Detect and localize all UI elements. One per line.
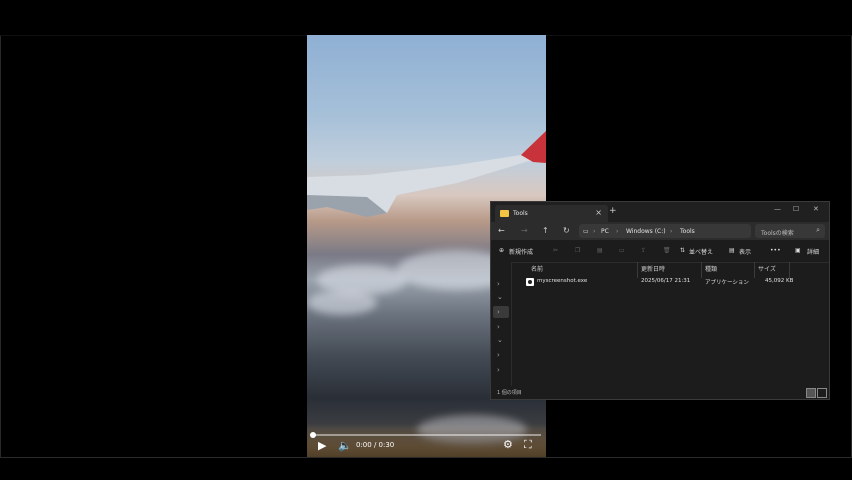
- delete-icon[interactable]: 🗑: [663, 247, 671, 254]
- search-placeholder: Toolsの検索: [761, 230, 794, 237]
- chevron-right-icon: ›: [670, 228, 673, 235]
- chevron-down-icon[interactable]: ⌄: [497, 336, 503, 344]
- column-type[interactable]: 種類: [705, 264, 717, 273]
- maximize-icon[interactable]: ☐: [793, 205, 799, 213]
- close-tab-icon[interactable]: ×: [595, 208, 602, 217]
- breadcrumb-pc[interactable]: PC: [601, 228, 609, 235]
- sort-button[interactable]: 並べ替え: [689, 247, 713, 256]
- view-button[interactable]: 表示: [739, 247, 751, 256]
- new-tab-icon[interactable]: +: [609, 206, 617, 216]
- cut-icon[interactable]: ✂: [553, 247, 558, 254]
- breadcrumb-drive[interactable]: Windows (C:): [626, 228, 666, 235]
- chevron-right-icon[interactable]: ›: [497, 308, 500, 316]
- copy-icon[interactable]: ❐: [575, 247, 580, 254]
- details-button[interactable]: 詳細: [807, 247, 819, 256]
- chevron-right-icon: ›: [616, 228, 619, 235]
- chevron-right-icon[interactable]: ›: [497, 366, 500, 374]
- more-button[interactable]: •••: [770, 247, 781, 254]
- fullscreen-icon[interactable]: ⛶: [524, 439, 532, 451]
- chevron-right-icon[interactable]: ›: [497, 351, 500, 359]
- chevron-right-icon[interactable]: ›: [497, 323, 500, 331]
- chevron-down-icon[interactable]: ⌄: [497, 293, 503, 301]
- screen-left-border: [0, 36, 1, 457]
- video-time: 0:00 / 0:30: [356, 441, 395, 449]
- search-box[interactable]: Toolsの検索 ⌕: [755, 224, 825, 238]
- title-bar: Tools × + — ☐ ✕: [491, 202, 829, 222]
- minimize-icon[interactable]: —: [774, 205, 781, 213]
- details-pane-icon: ▣: [795, 247, 801, 254]
- column-modified[interactable]: 更新日時: [641, 264, 665, 273]
- view-icon: ▤: [729, 247, 735, 254]
- item-count: 1 個の項目: [497, 390, 522, 396]
- file-explorer-window: Tools × + — ☐ ✕ ← → ↑ ↻ ▭ › PC › Windows…: [490, 201, 830, 400]
- forward-icon[interactable]: →: [521, 226, 528, 235]
- details-view-icon[interactable]: [806, 388, 816, 398]
- rename-icon[interactable]: ▭: [619, 247, 625, 254]
- tab-tools[interactable]: Tools ×: [495, 205, 608, 222]
- tab-title: Tools: [513, 210, 528, 217]
- folder-icon: [500, 210, 509, 217]
- file-modified: 2025/06/17 21:31: [641, 278, 691, 284]
- command-bar: ⊕ 新規作成 ✂ ❐ ▤ ▭ ⇪ 🗑 ⇅ 並べ替え ▤ 表示 ••• ▣ 詳細: [491, 240, 829, 263]
- address-bar[interactable]: ▭ › PC › Windows (C:) › Tools: [579, 224, 751, 238]
- pc-icon: ▭: [583, 228, 589, 235]
- address-bar-row: ← → ↑ ↻ ▭ › PC › Windows (C:) › Tools To…: [491, 222, 829, 240]
- file-type: アプリケーション: [705, 280, 749, 286]
- application-icon: [526, 278, 534, 286]
- column-name[interactable]: 名前: [531, 264, 543, 273]
- search-icon: ⌕: [816, 226, 820, 234]
- back-icon[interactable]: ←: [498, 226, 505, 235]
- video-progress-knob[interactable]: [310, 432, 316, 438]
- share-icon[interactable]: ⇪: [641, 247, 646, 254]
- paste-icon[interactable]: ▤: [597, 247, 603, 254]
- cloud: [307, 290, 377, 315]
- new-button[interactable]: 新規作成: [509, 247, 533, 256]
- status-bar: 1 個の項目: [491, 386, 829, 398]
- screen-bottom-border: [0, 457, 852, 458]
- navigation-pane: › ⌄ › › ⌄ › ›: [491, 262, 512, 386]
- new-icon[interactable]: ⊕: [499, 247, 504, 254]
- video-progress-track[interactable]: [312, 434, 541, 436]
- up-icon[interactable]: ↑: [542, 226, 549, 235]
- play-icon[interactable]: ▶: [318, 440, 326, 452]
- column-size[interactable]: サイズ: [758, 264, 776, 273]
- chevron-right-icon: ›: [593, 228, 596, 235]
- selected-nav-item[interactable]: [493, 306, 509, 318]
- file-row[interactable]: myscreenshot.exe 2025/06/17 21:31 アプリケーシ…: [521, 276, 821, 288]
- close-window-icon[interactable]: ✕: [813, 205, 819, 213]
- volume-icon[interactable]: 🔈: [338, 440, 352, 452]
- chevron-right-icon[interactable]: ›: [497, 280, 500, 288]
- tiles-view-icon[interactable]: [817, 388, 827, 398]
- settings-icon[interactable]: ⚙: [503, 439, 513, 451]
- file-name: myscreenshot.exe: [537, 278, 588, 284]
- sort-icon: ⇅: [680, 247, 686, 254]
- breadcrumb-folder[interactable]: Tools: [680, 228, 695, 235]
- refresh-icon[interactable]: ↻: [563, 226, 570, 235]
- file-size: 45,092 KB: [765, 278, 794, 284]
